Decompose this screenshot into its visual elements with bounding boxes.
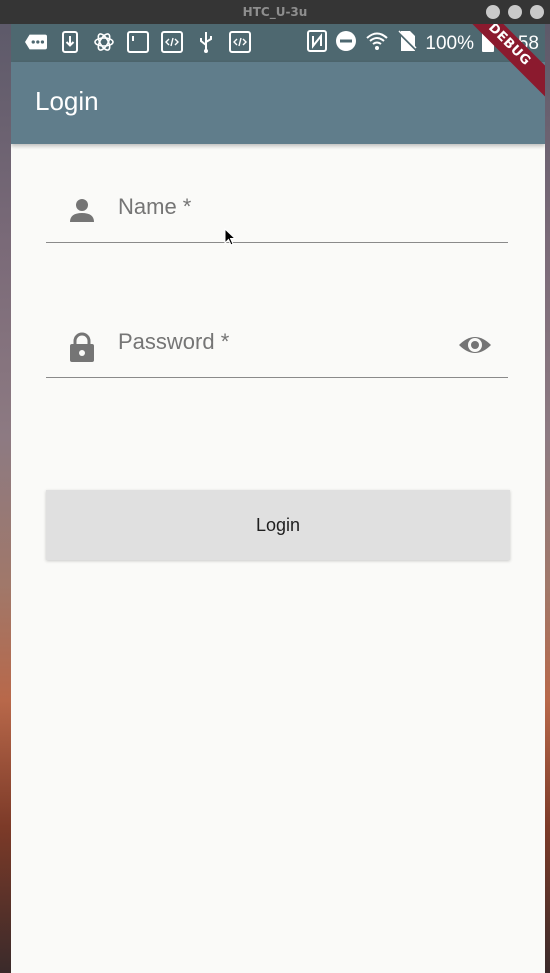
maximize-button[interactable] <box>508 5 522 19</box>
name-label: Name * <box>118 194 192 219</box>
lock-icon <box>68 331 96 362</box>
status-bar: 100% 2:58 <box>11 24 545 62</box>
person-icon <box>68 196 96 224</box>
eye-icon[interactable] <box>458 331 492 359</box>
code-icon <box>161 31 183 53</box>
download-icon <box>59 31 81 53</box>
window-title: HTC_U-3u <box>242 5 308 19</box>
app-bar: Login <box>11 62 545 144</box>
usb-icon <box>195 31 217 53</box>
atom-icon <box>93 31 115 53</box>
login-button-label: Login <box>255 515 301 535</box>
password-label: Password * <box>118 329 230 354</box>
wifi-icon <box>365 30 389 58</box>
nfc-icon <box>307 30 328 58</box>
do-not-disturb-icon <box>335 30 357 58</box>
code-icon <box>229 31 251 53</box>
name-field[interactable]: Name * <box>46 182 508 243</box>
close-button[interactable] <box>530 5 544 19</box>
login-button[interactable]: Login <box>46 490 510 560</box>
battery-percent: 100% <box>425 33 475 54</box>
more-icon <box>25 31 47 53</box>
mouse-cursor-icon <box>224 227 237 246</box>
minimize-button[interactable] <box>486 5 500 19</box>
window-controls <box>486 5 544 19</box>
phone-screen: 100% 2:58 Login DEBUG Name * Password * … <box>11 24 545 973</box>
square-icon <box>127 31 149 53</box>
page-title: Login <box>35 86 99 116</box>
window-titlebar: HTC_U-3u <box>0 0 550 24</box>
password-field[interactable]: Password * <box>46 317 508 378</box>
no-sim-icon <box>397 30 418 58</box>
